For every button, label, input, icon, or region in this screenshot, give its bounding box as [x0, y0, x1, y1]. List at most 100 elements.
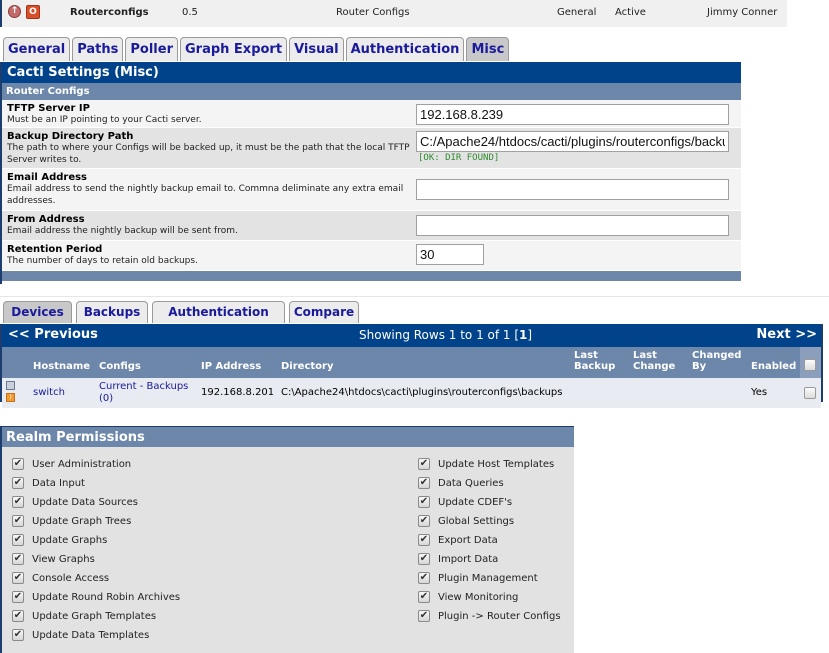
setting-retention-period: Retention Period The number of days to re… [2, 241, 741, 271]
permission-label: Import Data [438, 554, 499, 565]
permission-checkbox[interactable]: ✔ [418, 572, 430, 584]
col-enabled[interactable]: Enabled [751, 361, 796, 372]
setting-label: Backup Directory Path [7, 131, 134, 142]
backup-directory-input[interactable] [416, 131, 729, 152]
plugin-description: Router Configs [336, 7, 410, 18]
router-tabs: Devices Backups Authentication Compare [3, 301, 359, 323]
permission-label: Update Graph Templates [32, 611, 157, 622]
permission-label: View Graphs [32, 554, 95, 565]
permission-checkbox[interactable]: ✔ [12, 610, 24, 622]
enabled-cell: Yes [751, 387, 768, 398]
plugin-name-link[interactable]: Routerconfigs [70, 7, 149, 18]
configs-cell: Current - Backups (0) [99, 381, 199, 405]
tab-graph-export[interactable]: Graph Export [179, 37, 288, 61]
permission-checkbox[interactable]: ✔ [418, 515, 430, 527]
select-all-checkbox[interactable] [804, 359, 816, 371]
tab-authentication[interactable]: Authentication [345, 37, 465, 61]
permission-checkbox[interactable]: ✔ [12, 515, 24, 527]
permission-checkbox[interactable]: ✔ [418, 591, 430, 603]
email-address-input[interactable] [416, 179, 729, 200]
col-last-backup[interactable]: Last Backup [574, 350, 619, 372]
permission-label: Plugin Management [438, 573, 538, 584]
tab-paths[interactable]: Paths [72, 37, 124, 61]
from-address-input[interactable] [416, 215, 729, 236]
permission-checkbox[interactable]: ✔ [418, 534, 430, 546]
setting-label: Email Address [7, 172, 88, 183]
settings-tabs: General Paths Poller Graph Export Visual… [3, 37, 510, 62]
permission-label: User Administration [32, 459, 132, 470]
next-page-link[interactable]: Next >> [756, 327, 817, 342]
current-config-link[interactable]: Current [99, 381, 137, 392]
setting-label: From Address [7, 214, 85, 225]
setting-label: TFTP Server IP [7, 103, 90, 114]
select-all-column [800, 347, 821, 378]
setting-description: Email address the nightly backup will be… [7, 226, 238, 236]
rss-icon[interactable]: ) [6, 393, 15, 402]
setting-tftp-server-ip: TFTP Server IP Must be an IP pointing to … [2, 100, 741, 128]
backups-link[interactable]: Backups [147, 381, 189, 392]
permission-checkbox[interactable]: ✔ [12, 553, 24, 565]
directory-status: [OK: DIR FOUND] [418, 153, 500, 163]
col-last-change[interactable]: Last Change [633, 350, 678, 372]
permission-checkbox[interactable]: ✔ [12, 534, 24, 546]
tab-general[interactable]: General [3, 37, 71, 61]
row-select-checkbox[interactable] [804, 387, 816, 399]
tab-compare[interactable]: Compare [289, 301, 359, 323]
previous-page-link[interactable]: << Previous [8, 327, 98, 342]
tab-devices[interactable]: Devices [3, 301, 72, 323]
col-configs[interactable]: Configs [99, 361, 141, 372]
permission-checkbox[interactable]: ✔ [12, 477, 24, 489]
retention-period-input[interactable] [416, 244, 484, 265]
tab-router-authentication[interactable]: Authentication [152, 301, 285, 323]
col-ip-address[interactable]: IP Address [201, 361, 261, 372]
hostname-link[interactable]: switch [33, 387, 65, 398]
directory-cell: C:\Apache24\htdocs\cacti\plugins\routerc… [281, 387, 563, 398]
permission-checkbox[interactable]: ✔ [418, 477, 430, 489]
tab-misc[interactable]: Misc [466, 37, 510, 61]
device-icon[interactable] [6, 381, 15, 390]
setting-from-address: From Address Email address the nightly ba… [2, 211, 741, 241]
tab-poller[interactable]: Poller [125, 37, 178, 61]
col-directory[interactable]: Directory [281, 361, 333, 372]
permission-checkbox[interactable]: ✔ [418, 458, 430, 470]
setting-email-address: Email Address Email address to send the n… [2, 169, 741, 211]
col-changed-by[interactable]: Changed By [692, 350, 744, 372]
table-header: Hostname Configs IP Address Directory La… [2, 347, 821, 378]
permission-checkbox[interactable]: ✔ [12, 591, 24, 603]
section-header: Router Configs [2, 83, 741, 100]
upgrade-icon[interactable]: ↑ [8, 5, 21, 18]
permission-label: Update Graphs [32, 535, 108, 546]
setting-description: The path to where your Configs will be b… [7, 143, 410, 165]
setting-backup-directory: Backup Directory Path The path to where y… [2, 128, 741, 169]
permission-checkbox[interactable]: ✔ [12, 458, 24, 470]
permission-label: Update Graph Trees [32, 516, 132, 527]
setting-description: Must be an IP pointing to your Cacti ser… [7, 115, 202, 125]
plugin-type: General [557, 7, 597, 18]
permission-checkbox[interactable]: ✔ [418, 553, 430, 565]
realm-permissions-panel: Realm Permissions ✔ User Administration ✔ D… [0, 426, 574, 653]
permission-checkbox[interactable]: ✔ [418, 610, 430, 622]
realm-title: Realm Permissions [2, 426, 574, 447]
permission-label: Update Host Templates [438, 459, 555, 470]
plugin-version: 0.5 [182, 7, 198, 18]
col-hostname[interactable]: Hostname [33, 361, 90, 372]
tab-backups[interactable]: Backups [76, 301, 148, 323]
settings-title: Cacti Settings (Misc) [2, 62, 741, 83]
backups-count: (0) [99, 393, 114, 404]
tftp-server-ip-input[interactable] [416, 104, 729, 125]
permission-label: Update Data Templates [32, 630, 150, 641]
permission-checkbox[interactable]: ✔ [12, 572, 24, 584]
table-row: ) switch Current - Backups (0) 192.168.8.… [2, 378, 821, 408]
permission-checkbox[interactable]: ✔ [12, 629, 24, 641]
tab-visual[interactable]: Visual [289, 37, 344, 61]
permission-label: Export Data [438, 535, 498, 546]
plugin-row: ↑ O Routerconfigs 0.5 Router Configs Gen… [0, 0, 787, 27]
plugin-status: Active [615, 7, 646, 18]
permission-checkbox[interactable]: ✔ [418, 496, 430, 508]
showing-suffix: ] [527, 328, 533, 342]
disable-icon[interactable]: O [26, 5, 40, 19]
setting-description: The number of days to retain old backups… [7, 256, 198, 266]
plugin-author: Jimmy Conner [707, 7, 778, 18]
permission-checkbox[interactable]: ✔ [12, 496, 24, 508]
permission-label: View Monitoring [438, 592, 519, 603]
